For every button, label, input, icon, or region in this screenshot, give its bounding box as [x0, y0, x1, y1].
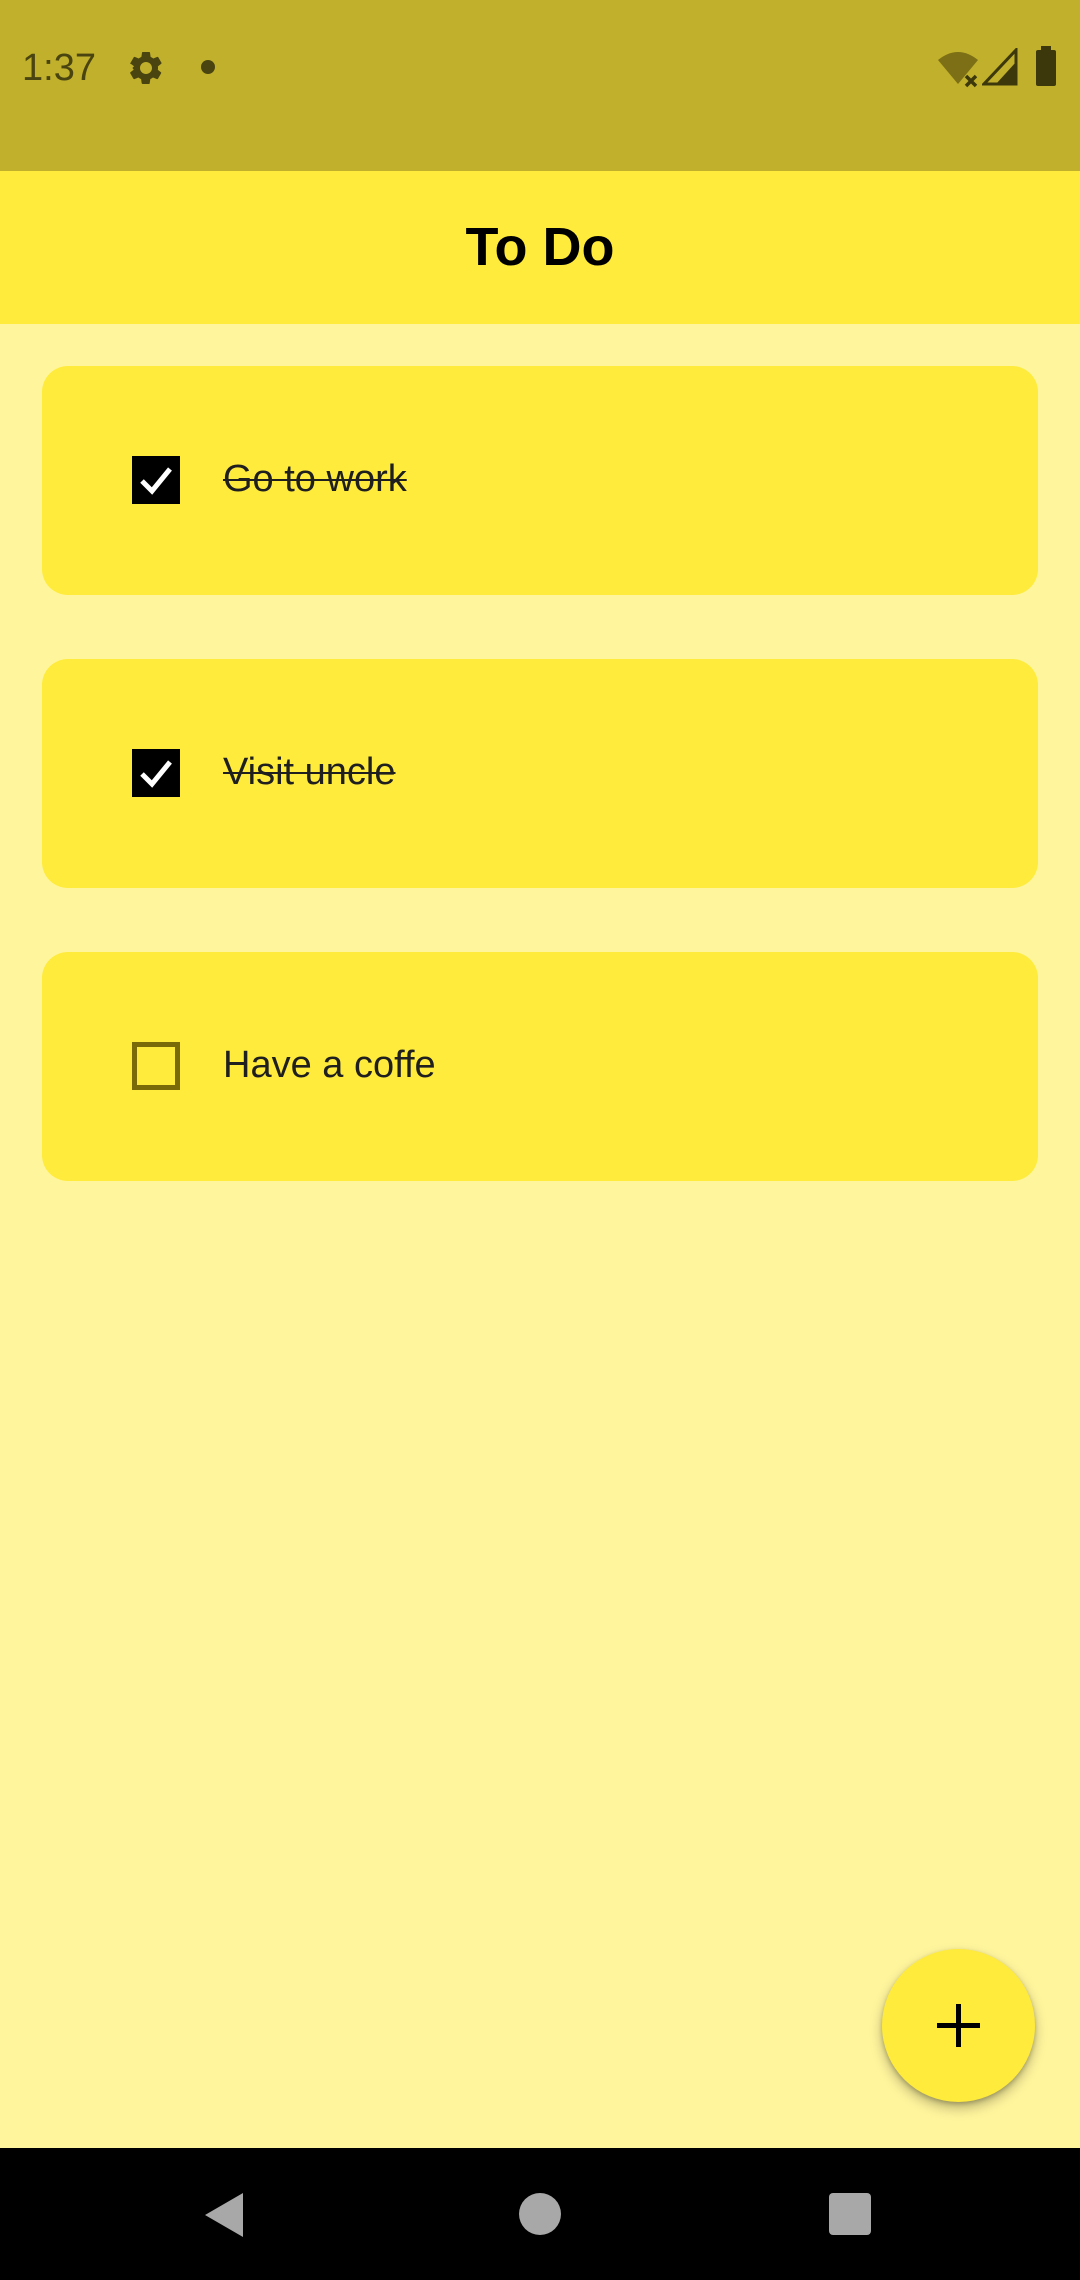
battery-icon — [1035, 46, 1057, 86]
todo-card-0[interactable]: Go to work — [42, 366, 1038, 595]
todo-checkbox-1[interactable] — [132, 749, 180, 797]
recents-icon[interactable] — [829, 2193, 871, 2235]
home-icon[interactable] — [519, 2193, 561, 2235]
status-time: 1:37 — [22, 47, 96, 89]
wifi-off-icon — [936, 48, 980, 88]
todo-card-1[interactable]: Visit uncle — [42, 659, 1038, 888]
todo-label-0: Go to work — [223, 458, 407, 500]
page-title: To Do — [465, 217, 615, 277]
add-todo-button[interactable] — [882, 1949, 1035, 2102]
status-bar: 1:37 — [0, 0, 1080, 171]
cell-signal-icon — [980, 46, 1018, 86]
app-bar: To Do — [0, 171, 1080, 324]
back-icon[interactable] — [203, 2191, 247, 2239]
todo-checkbox-0[interactable] — [132, 456, 180, 504]
todo-label-2: Have a coffe — [223, 1044, 436, 1086]
todo-label-1: Visit uncle — [223, 751, 396, 793]
todo-card-2[interactable]: Have a coffe — [42, 952, 1038, 1181]
gear-icon — [126, 48, 166, 88]
notification-dot-icon — [201, 60, 215, 74]
nav-bar — [0, 2148, 1080, 2280]
todo-checkbox-2[interactable] — [132, 1042, 180, 1090]
